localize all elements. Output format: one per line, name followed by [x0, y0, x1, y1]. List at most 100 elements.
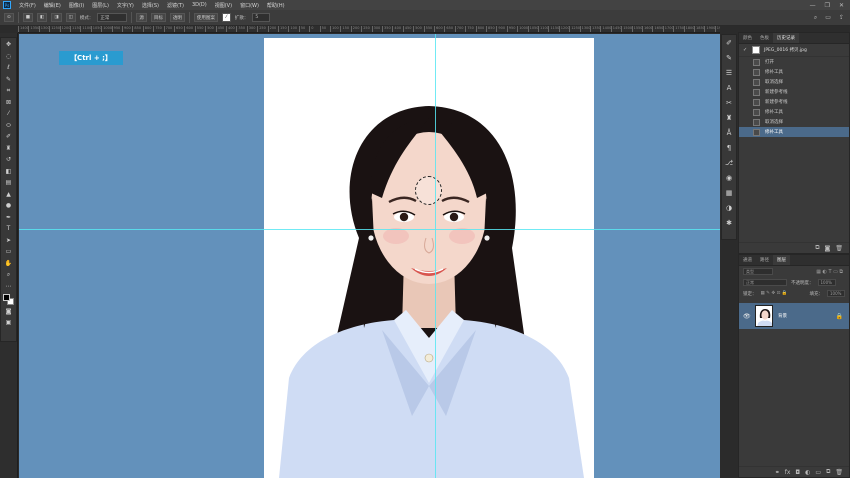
tab-channels[interactable]: 通道	[739, 255, 756, 265]
blend-mode-select[interactable]: 正常	[743, 279, 787, 286]
lock-icon[interactable]: 🔒	[836, 313, 843, 320]
patch-mode-select[interactable]: 正常	[97, 13, 128, 22]
pattern-picker-icon[interactable]: ⁄	[221, 13, 231, 22]
camera-icon[interactable]: ◙	[825, 245, 831, 252]
history-snapshot[interactable]: ✓ JPEG_0016 拷贝.jpg	[739, 44, 849, 57]
fx-icon[interactable]: fx	[785, 469, 791, 476]
brushes-icon[interactable]: ✎	[724, 53, 734, 63]
properties-icon[interactable]: ☰	[724, 68, 734, 78]
transparent-checkbox[interactable]: 透明	[169, 13, 185, 22]
history-item[interactable]: 修补工具	[739, 107, 849, 117]
minimize-icon[interactable]: —	[810, 2, 816, 9]
hand-tool-icon[interactable]: ✋	[3, 259, 14, 268]
history-checkbox[interactable]	[743, 80, 748, 85]
subtract-selection-icon[interactable]: ◨	[51, 13, 62, 22]
history-brush-tool-icon[interactable]: ↺	[3, 156, 14, 165]
intersect-selection-icon[interactable]: ◫	[65, 13, 76, 22]
use-pattern-button[interactable]: 使用图案	[193, 13, 218, 22]
gradient-tool-icon[interactable]: ▤	[3, 179, 14, 188]
patch-selection[interactable]	[415, 176, 442, 205]
source-button[interactable]: 源	[136, 13, 147, 22]
menu-window[interactable]: 窗口(W)	[236, 2, 263, 9]
pen-tool-icon[interactable]: ✒	[3, 213, 14, 222]
history-item[interactable]: 打开	[739, 57, 849, 67]
horizontal-ruler[interactable]: 1400 1350 1300 1250 1200 1150 1100 1050 1000 950 9…	[18, 26, 720, 33]
history-item[interactable]: 取消选择	[739, 117, 849, 127]
menu-edit[interactable]: 编辑(E)	[40, 2, 65, 9]
lasso-tool-icon[interactable]: ℓ	[3, 64, 14, 73]
delete-layer-icon[interactable]: 🗑	[835, 469, 843, 476]
eraser-tool-icon[interactable]: ◧	[3, 167, 14, 176]
navigator-icon[interactable]: ◉	[724, 173, 734, 183]
menu-type[interactable]: 文字(Y)	[113, 2, 138, 9]
menu-filter[interactable]: 滤镜(T)	[163, 2, 188, 9]
info-icon[interactable]: ▦	[724, 188, 734, 198]
clone-stamp-tool-icon[interactable]: ♜	[3, 144, 14, 153]
quick-mask-icon[interactable]: ◙	[3, 307, 14, 316]
new-group-icon[interactable]: ▭	[815, 469, 821, 476]
move-tool-icon[interactable]: ✥	[3, 41, 14, 50]
history-item[interactable]: 修补工具	[739, 67, 849, 77]
spread-input[interactable]: 5	[252, 13, 271, 22]
shape-tool-icon[interactable]: ▭	[3, 248, 14, 257]
menu-layer[interactable]: 图层(L)	[88, 2, 113, 9]
adjustments-icon[interactable]: ◑	[724, 203, 734, 213]
brush-tool-icon[interactable]: ✐	[3, 133, 14, 142]
new-layer-icon[interactable]: ⧉	[826, 468, 830, 476]
clone-source-icon[interactable]: ♜	[724, 113, 734, 123]
share-icon[interactable]: ⇪	[839, 14, 844, 22]
settings-icon[interactable]: ✱	[724, 218, 734, 228]
paragraph-icon[interactable]: ¶	[724, 143, 734, 153]
eyedropper-tool-icon[interactable]: ⁄	[3, 110, 14, 119]
fill-input[interactable]: 100%	[827, 290, 845, 297]
history-checkbox[interactable]	[743, 70, 748, 75]
dodge-tool-icon[interactable]: ●	[3, 202, 14, 211]
workspace-icon[interactable]: ▭	[825, 14, 831, 22]
destination-button[interactable]: 目标	[150, 13, 166, 22]
glyphs-icon[interactable]: Å	[724, 128, 734, 138]
history-checkbox[interactable]	[743, 100, 748, 105]
trash-icon[interactable]: 🗑	[835, 245, 843, 252]
lock-options-icon[interactable]: ▦ ✎ ✥ ⊡ 🔒	[761, 291, 788, 296]
opacity-input[interactable]: 100%	[817, 279, 836, 286]
tab-paths[interactable]: 路径	[756, 255, 773, 265]
crop-tool-icon[interactable]: ⌗	[3, 87, 14, 96]
history-checkbox[interactable]	[743, 110, 748, 115]
quick-select-tool-icon[interactable]: ✎	[3, 75, 14, 84]
color-swatches[interactable]	[2, 293, 15, 305]
eye-icon[interactable]: 👁	[743, 313, 751, 320]
search-icon[interactable]: ⌕	[814, 14, 817, 22]
history-item[interactable]: 新建参考线	[739, 97, 849, 107]
add-mask-icon[interactable]: ◘	[795, 469, 800, 476]
menu-select[interactable]: 选择(S)	[138, 2, 163, 9]
type-tool-icon[interactable]: T	[3, 225, 14, 234]
tab-history[interactable]: 历史记录	[773, 33, 799, 43]
canvas-area[interactable]: 【Ctrl + ;】	[19, 34, 720, 478]
new-document-icon[interactable]: ⧉	[815, 244, 819, 252]
horizontal-guide[interactable]	[19, 229, 720, 230]
history-item[interactable]: 新建参考线	[739, 87, 849, 97]
menu-image[interactable]: 图像(I)	[65, 2, 88, 9]
history-checkbox[interactable]	[743, 90, 748, 95]
more-tools-icon[interactable]: ⋯	[3, 282, 14, 291]
history-checkbox[interactable]	[743, 120, 748, 125]
history-checkbox[interactable]	[743, 60, 748, 65]
layer-background[interactable]: 👁 背景 🔒	[739, 303, 849, 329]
brush-settings-icon[interactable]: ✐	[724, 38, 734, 48]
tab-layers[interactable]: 图层	[773, 255, 790, 265]
history-item[interactable]: 取消选择	[739, 77, 849, 87]
add-selection-icon[interactable]: ◧	[37, 13, 48, 22]
tools-icon[interactable]: ✂	[724, 98, 734, 108]
tool-preset-icon[interactable]: ⊙	[4, 13, 14, 22]
path-select-tool-icon[interactable]: ➤	[3, 236, 14, 245]
foreground-color[interactable]	[2, 293, 10, 301]
menu-help[interactable]: 帮助(H)	[263, 2, 289, 9]
tab-color[interactable]: 颜色	[739, 33, 756, 43]
filter-icons[interactable]: ▦ ◐ T ▭ ⧉	[816, 269, 843, 275]
zoom-tool-icon[interactable]: ⌕	[3, 271, 14, 280]
restore-icon[interactable]: ❐	[825, 2, 830, 9]
new-selection-icon[interactable]: ■	[22, 13, 34, 22]
adjustment-layer-icon[interactable]: ◐	[805, 469, 810, 476]
screen-mode-icon[interactable]: ▣	[3, 319, 14, 328]
adjust-icon[interactable]: ⎇	[724, 158, 734, 168]
